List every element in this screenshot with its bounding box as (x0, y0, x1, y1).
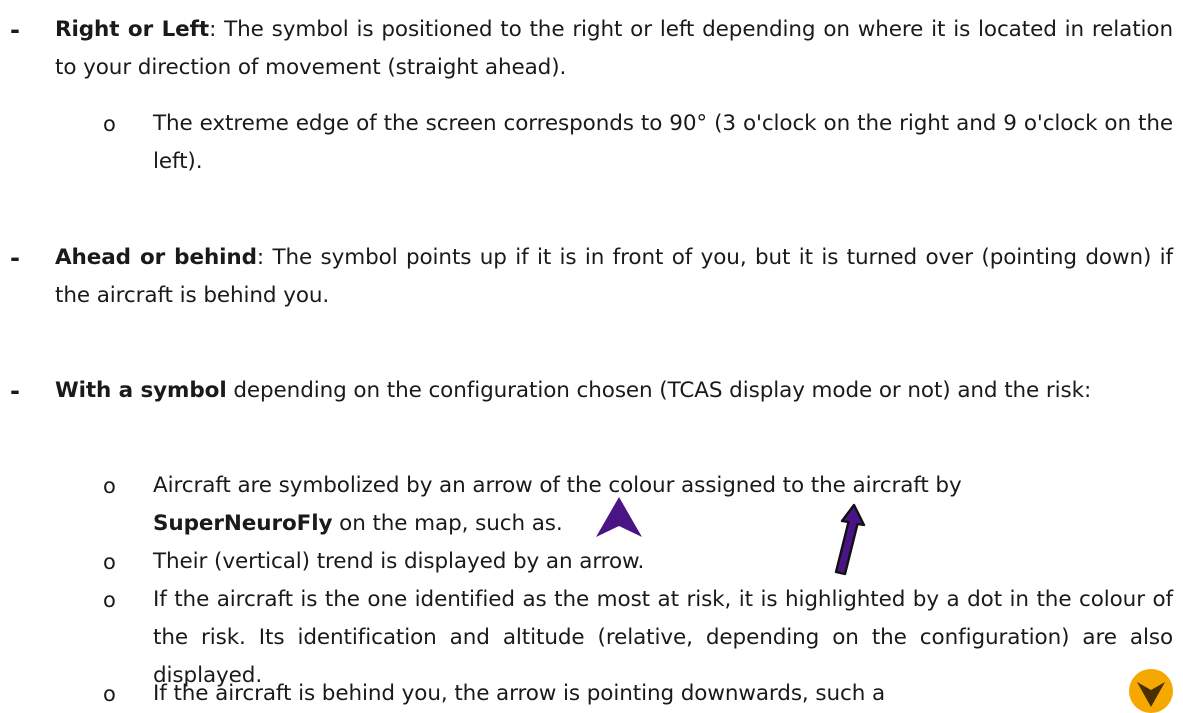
heading-with-a-symbol: With a symbol (55, 378, 227, 403)
sub-bullet: o (103, 474, 116, 498)
sub-item-text: The extreme edge of the screen correspon… (153, 111, 1173, 174)
separator: : (256, 245, 273, 270)
sub-bullet: o (103, 682, 116, 706)
purple-triangle-icon (596, 497, 642, 537)
separator: : (209, 17, 225, 42)
heading-ahead-or-behind: Ahead or behind (55, 245, 257, 270)
orange-circle-down-chevron-icon (1129, 669, 1173, 713)
sub-item-text: Their (vertical) trend is displayed by a… (153, 549, 645, 574)
sub-item-text: If the aircraft is behind you, the arrow… (153, 681, 886, 706)
heading-right-or-left: Right or Left (55, 17, 210, 42)
dash-bullet: - (10, 377, 20, 405)
dash-bullet: - (10, 16, 20, 44)
paragraph-body: depending on the configuration chosen (T… (233, 378, 1092, 403)
sub-bullet: o (103, 588, 116, 612)
sub-item-text-part: Aircraft are symbolized by an arrow of t… (153, 473, 962, 498)
sub-bullet: o (103, 112, 116, 136)
paragraph-right-or-left: Right or Left: The symbol is positioned … (55, 11, 1173, 87)
sub-item-text: Aircraft are symbolized by an arrow of t… (153, 467, 1173, 543)
document-page: - Right or Left: The symbol is positione… (0, 0, 1183, 713)
paragraph-with-a-symbol: With a symbol depending on the configura… (55, 372, 1173, 410)
sub-bullet: o (103, 550, 116, 574)
dash-bullet: - (10, 244, 20, 272)
sub-item-text-part: on the map, such as. (332, 511, 563, 536)
paragraph-ahead-or-behind: Ahead or behind: The symbol points up if… (55, 239, 1173, 315)
purple-trend-arrow-icon (834, 503, 866, 576)
brand-name: SuperNeuroFly (153, 511, 333, 536)
